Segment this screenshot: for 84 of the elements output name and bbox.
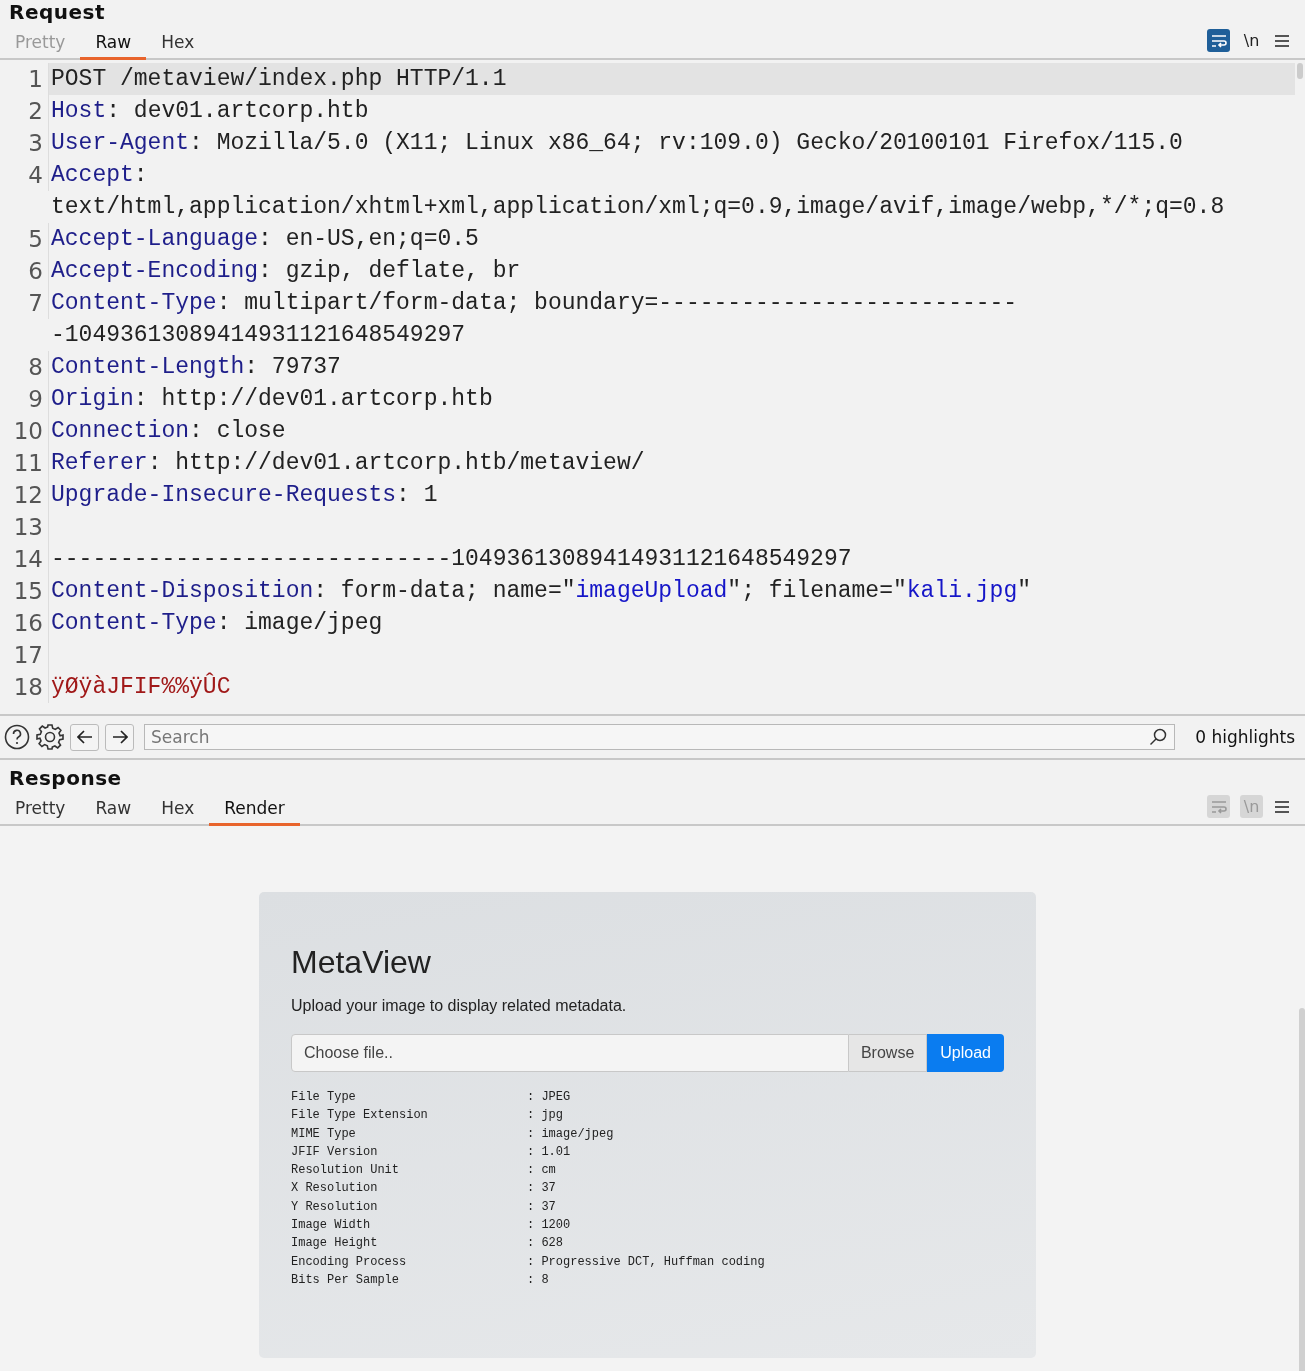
code-line: Content-Type: multipart/form-data; boundary=---------------------------10493613089414931121648549297 — [51, 290, 1018, 348]
code-line: Content-Length: 79737 — [51, 354, 341, 380]
metadata-value: : 37 — [527, 1199, 556, 1216]
metadata-value: : cm — [527, 1163, 556, 1180]
line-number: 18 — [0, 671, 49, 703]
metadata-name: MIME Type — [291, 1126, 357, 1143]
code-line: Referer: http://dev01.artcorp.htb/metaview/ — [51, 450, 645, 476]
line-number: 8 — [0, 351, 49, 383]
metadata-value: : Progressive DCT, Huffman coding — [527, 1254, 765, 1271]
scrollbar[interactable] — [1297, 63, 1303, 79]
menu-icon[interactable] — [1275, 34, 1289, 47]
metadata-value: : jpg — [527, 1108, 563, 1125]
line-number: 9 — [0, 383, 49, 415]
browse-button[interactable]: Browse — [848, 1034, 928, 1072]
menu-icon[interactable] — [1275, 800, 1289, 813]
code-line: Accept: text/html,application/xhtml+xml,application/xml;q=0.9,image/avif,image/webp,*/*;q=0.8 — [51, 162, 1225, 220]
metadata-name: File Type Extension — [291, 1108, 429, 1125]
page-heading: MetaView — [291, 944, 432, 981]
code-line: POST /metaview/index.php HTTP/1.1 — [51, 66, 507, 92]
wrap-lines-toggle[interactable] — [1207, 29, 1230, 52]
scrollbar[interactable] — [1299, 1008, 1305, 1371]
metadata-value: : image/jpeg — [527, 1126, 614, 1143]
help-icon[interactable] — [4, 724, 30, 750]
tab[interactable]: Raw — [80, 794, 147, 826]
metadata-name: Resolution Unit — [291, 1163, 401, 1180]
code-line: Upgrade-Insecure-Requests: 1 — [51, 482, 438, 508]
upload-button[interactable]: Upload — [927, 1034, 1004, 1072]
line-number: 15 — [0, 575, 49, 607]
metadata-value: : JPEG — [527, 1090, 571, 1106]
tab[interactable]: Pretty — [0, 794, 81, 826]
forward-button[interactable] — [105, 723, 134, 751]
code-line: User-Agent: Mozilla/5.0 (X11; Linux x86_64; rv:109.0) Gecko/20100101 Firefox/115.0 — [51, 130, 1183, 156]
code-line: Origin: http://dev01.artcorp.htb — [51, 386, 493, 412]
page-lead: Upload your image to display related metadata. — [291, 997, 628, 1015]
code-line: Accept-Encoding: gzip, deflate, br — [51, 258, 521, 284]
settings-icon[interactable] — [36, 723, 64, 751]
metadata-name: Y Resolution — [291, 1199, 379, 1216]
line-number: 6 — [0, 255, 49, 287]
line-number: 4 — [0, 159, 49, 191]
arrow-left-icon — [76, 730, 93, 744]
metadata-value: : 628 — [527, 1236, 563, 1253]
wrap-lines-icon — [1210, 33, 1227, 48]
panel-title: Response — [8, 766, 123, 790]
line-number: 17 — [0, 639, 49, 671]
code-line: -----------------------------10493613089414931121648549297 — [51, 546, 852, 572]
metadata-name: Image Height — [291, 1236, 379, 1253]
line-number: 2 — [0, 95, 49, 127]
tab[interactable]: Hex — [146, 28, 210, 60]
code-line: Host: dev01.artcorp.htb — [51, 98, 369, 124]
metadata-name: File Type — [291, 1090, 357, 1106]
search-field[interactable]: Search — [144, 724, 1176, 750]
line-number: 3 — [0, 127, 49, 159]
line-number: 7 — [0, 287, 49, 319]
back-button[interactable] — [70, 723, 99, 751]
code-line: Content-Type: image/jpeg — [51, 610, 383, 636]
tab[interactable]: Raw — [80, 28, 147, 60]
metadata-value: : 8 — [527, 1272, 549, 1289]
metadata-name: X Resolution — [291, 1181, 379, 1198]
metadata-value: : 1200 — [527, 1218, 571, 1235]
line-number: 10 — [0, 415, 49, 447]
metadata-value: : 1.01 — [527, 1144, 571, 1161]
code-line: Connection: close — [51, 418, 286, 444]
metadata-name: Encoding Process — [291, 1254, 408, 1271]
line-number: 11 — [0, 447, 49, 479]
metadata-name: Image Width — [291, 1218, 372, 1235]
line-number: 12 — [0, 479, 49, 511]
newline-toggle[interactable]: \n — [1240, 29, 1263, 52]
code-line: Content-Disposition: form-data; name="imageUpload"; filename="kali.jpg" — [51, 578, 1031, 604]
code-line: Accept-Language: en-US,en;q=0.5 — [51, 226, 479, 252]
line-number: 16 — [0, 607, 49, 639]
code-line: ÿØÿàJFIF%%ÿÛC — [51, 674, 231, 700]
tab[interactable]: Hex — [146, 794, 210, 826]
line-number: 14 — [0, 543, 49, 575]
panel-title: Request — [8, 0, 107, 24]
line-number: 13 — [0, 511, 49, 543]
highlights-count: 0 highlights — [1195, 727, 1295, 747]
file-field[interactable]: Choose file.. — [291, 1034, 849, 1072]
metadata-name: Bits Per Sample — [291, 1272, 401, 1289]
metadata-name: JFIF Version — [291, 1144, 379, 1161]
search-icon — [1149, 728, 1168, 746]
line-number: 5 — [0, 223, 49, 255]
metadata-value: : 37 — [527, 1181, 556, 1198]
arrow-right-icon — [111, 730, 128, 744]
wrap-lines-icon — [1210, 799, 1227, 814]
